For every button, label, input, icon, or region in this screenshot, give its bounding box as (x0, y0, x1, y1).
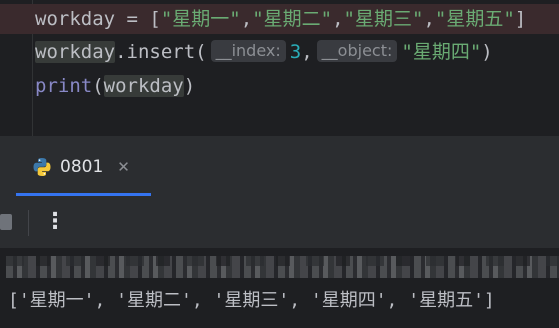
toolbar-separator (28, 210, 29, 236)
run-tab-label: 0801 (60, 157, 104, 177)
builtin-print[interactable]: print (35, 75, 92, 97)
run-toolbar (0, 196, 559, 248)
number-literal: 3 (289, 41, 302, 63)
inlay-hint-object: __object: (316, 40, 398, 62)
string-literal: "星期二" (252, 8, 333, 30)
variable-workday[interactable]: workday (35, 8, 115, 30)
string-literal: "星期五" (434, 8, 515, 30)
method-call-insert[interactable]: .insert( (115, 41, 207, 63)
code-line-2[interactable]: workday.insert(__index: 3, __object: "星期四") (35, 37, 493, 67)
more-options-icon[interactable]: ⋮ (44, 208, 66, 236)
ide-window: workday = ["星期一","星期二","星期三","星期五"] work… (0, 0, 559, 328)
open-paren: ( (92, 75, 104, 97)
string-literal: "星期三" (343, 8, 424, 30)
comma: , (332, 8, 344, 30)
assign-operator: = (115, 8, 150, 30)
console-output-line: ['星期一', '星期二', '星期三', '星期四', '星期五'] (8, 290, 495, 311)
stop-icon[interactable] (0, 214, 12, 230)
redacted-command-line-overlay (6, 256, 559, 266)
comma: , (240, 8, 253, 30)
code-line-1[interactable]: workday = ["星期一","星期二","星期三","星期五"] (35, 4, 526, 34)
list-close-bracket: ] (514, 8, 527, 30)
string-literal: "星期四" (401, 41, 482, 63)
variable-workday[interactable]: workday (103, 75, 184, 97)
inlay-hint-index: __index: (210, 40, 286, 62)
comma: , (301, 41, 313, 63)
python-icon (32, 157, 52, 177)
close-icon[interactable]: ✕ (117, 157, 130, 177)
string-literal: "星期一" (160, 8, 241, 30)
comma: , (423, 8, 435, 30)
variable-workday[interactable]: workday (35, 41, 116, 63)
close-paren: ) (481, 41, 493, 63)
run-tab-0801[interactable]: 0801 ✕ (32, 154, 130, 180)
close-paren: ) (183, 75, 196, 97)
list-open-bracket: [ (149, 8, 161, 30)
code-line-3[interactable]: print(workday) (35, 71, 195, 101)
